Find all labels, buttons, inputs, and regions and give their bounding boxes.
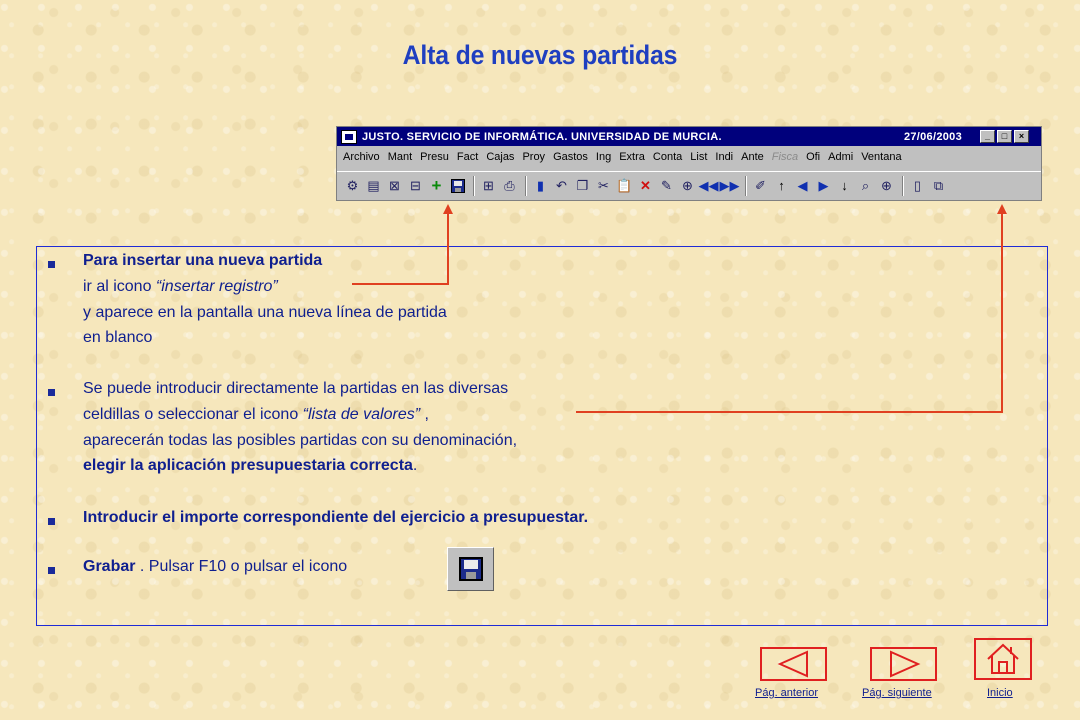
exit-icon[interactable]: ▮ [531,176,550,195]
search-icon[interactable]: ⌕ [856,176,875,195]
print-preview-icon[interactable]: ⊞ [479,176,498,195]
maximize-button[interactable]: □ [997,130,1012,143]
item2-line4-post: . [412,457,418,475]
item1-line2-text: ir al icono [83,277,156,295]
bullet [48,261,55,268]
item1-line1: Para insertar una nueva partida [83,252,323,269]
item2-line2-text: celdillas o seleccionar el icono [83,405,303,423]
prev-icon[interactable]: ◀ [793,176,812,195]
duplicate-icon[interactable]: ⊕ [678,176,697,195]
menu-cajas[interactable]: Cajas [486,151,514,163]
item4-bold: Grabar [83,558,136,575]
menu-ing[interactable]: Ing [596,151,611,163]
menu-presu[interactable]: Presu [420,151,449,163]
toolbar-separator [525,175,527,196]
insert-record-arrowhead [443,204,453,214]
item3-line1: Introducir el importe correspondiente de… [83,509,589,526]
window-icon[interactable]: ⧉ [929,176,948,195]
item1-line2-emphasis: “insertar registro” [155,277,278,295]
menu-ante[interactable]: Ante [741,151,764,163]
menu-bar: Archivo Mant Presu Fact Cajas Proy Gasto… [337,148,1041,166]
menu-ofi[interactable]: Ofi [806,151,820,163]
toolbar-separator [473,175,475,196]
toolbar: ⚙ ▤ ⊠ ⊟ + ⊞ ⎙ ▮ ↶ ❐ ✂ 📋 ✕ ✎ ⊕ ◀◀ ▶▶ ✐ ↑ … [337,171,1041,199]
toolbar-separator [745,175,747,196]
item1-line4: en blanco [83,329,153,347]
list-item: Introducir el importe correspondiente de… [83,505,588,531]
menu-proy[interactable]: Proy [522,151,545,163]
first-record-icon[interactable]: ◀◀ [699,176,719,195]
query-icon[interactable]: ⚙ [343,176,362,195]
floppy-disk-icon [458,557,483,581]
item4-text: . Pulsar F10 o pulsar el icono [135,558,348,575]
cancel-query-icon[interactable]: ⊠ [385,176,404,195]
page-title: Alta de nuevas partidas [402,40,678,70]
menu-fisca: Fisca [771,151,799,163]
list-of-values-icon[interactable]: ✐ [751,176,770,195]
menu-mant[interactable]: Mant [388,151,412,163]
next-page-button[interactable] [870,647,937,681]
print-icon[interactable]: ⎙ [500,176,519,195]
clipboard-icon[interactable]: ▯ [908,176,927,195]
cut-icon[interactable]: ✂ [594,176,613,195]
menu-fact[interactable]: Fact [457,151,478,163]
menu-indi[interactable]: Indi [715,151,733,163]
window-date: 27/06/2003 [903,130,962,143]
list-of-values-arrowhead [997,204,1007,214]
item2-line3: aparecerán todas las posibles partidas c… [83,431,518,449]
instructions-box: Para insertar una nueva partida ir al ic… [36,246,1048,626]
save-icon[interactable] [448,176,467,195]
window-titlebar: JUSTO. SERVICIO DE INFORMÁTICA. UNIVERSI… [337,127,1041,146]
menu-list[interactable]: List [690,151,707,163]
bullet [48,518,55,525]
query-all-icon[interactable]: ▤ [364,176,383,195]
insert-record-icon[interactable]: + [427,176,446,195]
item2-line2-emphasis: “lista de valores” [302,405,425,423]
close-button[interactable]: × [1014,130,1029,143]
zoom-icon[interactable]: ⊕ [877,176,896,195]
menu-extra[interactable]: Extra [619,151,645,163]
menu-archivo[interactable]: Archivo [343,151,380,163]
save-icon [447,547,494,591]
prev-page-link[interactable]: Pág. anterior [755,687,818,699]
app-icon [341,129,357,144]
menu-admi[interactable]: Admi [828,151,853,163]
home-button[interactable] [974,638,1032,680]
last-record-icon[interactable]: ▶▶ [720,176,740,195]
toolbar-separator [902,175,904,196]
list-item: Se puede introducir directamente la part… [83,376,517,479]
list-item: Grabar . Pulsar F10 o pulsar el icono [83,554,347,580]
item2-line4-bold: elegir la aplicación presupuestaria corr… [83,457,413,475]
paste-icon[interactable]: 📋 [615,176,634,195]
home-icon [987,643,1019,674]
window-title: JUSTO. SERVICIO DE INFORMÁTICA. UNIVERSI… [362,130,722,143]
edit-icon[interactable]: ✎ [657,176,676,195]
app-window-screenshot: JUSTO. SERVICIO DE INFORMÁTICA. UNIVERSI… [336,126,1042,201]
next-icon[interactable]: ▶ [814,176,833,195]
down-arrow-icon[interactable]: ↓ [835,176,854,195]
menu-gastos[interactable]: Gastos [553,151,588,163]
triangle-right-icon [889,650,920,678]
list-item: Para insertar una nueva partida ir al ic… [83,248,447,351]
next-page-link[interactable]: Pág. siguiente [862,687,932,699]
menu-conta[interactable]: Conta [653,151,682,163]
item2-line2-post: , [424,405,429,423]
undo-icon[interactable]: ↶ [552,176,571,195]
menu-ventana[interactable]: Ventana [861,151,901,163]
execute-query-icon[interactable]: ⊟ [406,176,425,195]
item2-line1: Se puede introducir directamente la part… [83,380,509,397]
minimize-button[interactable]: _ [980,130,995,143]
triangle-left-icon [777,650,808,678]
home-link[interactable]: Inicio [987,687,1013,699]
delete-record-icon[interactable]: ✕ [636,176,655,195]
item1-line3: y aparece en la pantalla una nueva línea… [83,303,447,321]
prev-page-button[interactable] [760,647,827,681]
copy-icon[interactable]: ❐ [573,176,592,195]
up-arrow-icon[interactable]: ↑ [772,176,791,195]
bullet [48,567,55,574]
bullet [48,389,55,396]
